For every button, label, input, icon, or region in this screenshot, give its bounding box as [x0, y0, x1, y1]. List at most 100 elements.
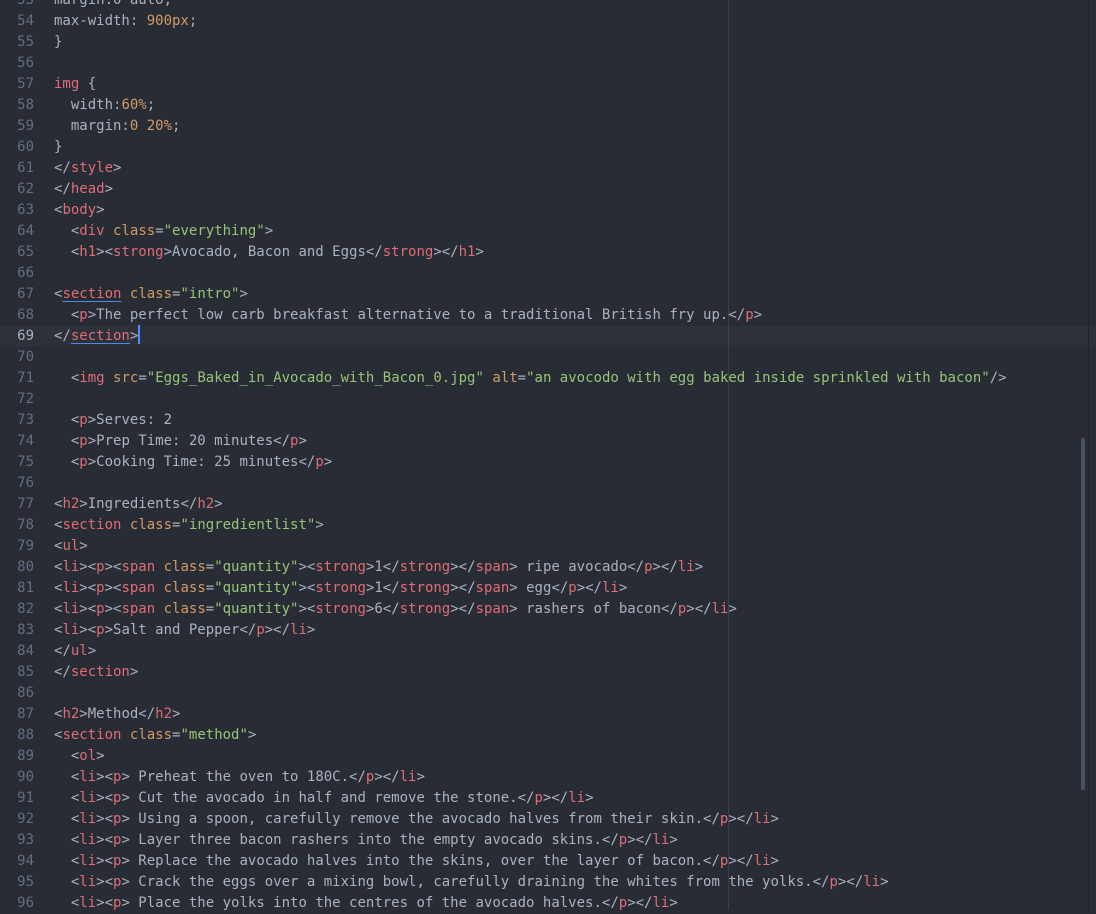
code-line[interactable]: 61 </style>: [0, 158, 1096, 179]
code-token: </: [54, 643, 71, 659]
code-token: ></: [450, 559, 476, 575]
code-line[interactable]: 73 <p>Serves: 2: [0, 410, 1096, 431]
code-token: > Using a spoon, carefully remove the av…: [121, 811, 720, 827]
code-token: li: [399, 769, 417, 785]
code-token: >: [239, 286, 248, 302]
line-content: <li><p><span class="quantity"><strong>1<…: [54, 557, 703, 578]
code-line[interactable]: 75 <p>Cooking Time: 25 minutes</p>: [0, 452, 1096, 473]
code-line[interactable]: 64 <div class="everything">: [0, 221, 1096, 242]
code-line[interactable]: 89 <ol>: [0, 746, 1096, 767]
code-line[interactable]: 77 <h2>Ingredients</h2>: [0, 494, 1096, 515]
line-content: <h1><strong>Avocado, Bacon and Eggs</str…: [54, 242, 484, 263]
code-token: ></: [450, 601, 476, 617]
code-token: class: [163, 559, 206, 575]
line-number: 92: [17, 811, 34, 827]
code-editor[interactable]: 53 margin:0 auto; 54 max-width: 900px; 55} 56…: [0, 0, 1096, 911]
code-line[interactable]: 92 <li><p> Using a spoon, carefully remo…: [0, 809, 1096, 830]
code-line[interactable]: 63 <body>: [0, 200, 1096, 221]
code-line[interactable]: 96 <li><p> Place the yolks into the cent…: [0, 893, 1096, 914]
code-line[interactable]: 86: [0, 683, 1096, 704]
code-token: >Cooking Time: 25 minutes</: [87, 454, 316, 470]
code-token: ;: [146, 97, 156, 113]
code-line[interactable]: 53 margin:0 auto;: [0, 0, 1096, 11]
code-token: li: [677, 559, 695, 575]
code-line[interactable]: 72: [0, 389, 1096, 410]
code-token: ><: [104, 601, 122, 617]
code-line[interactable]: 65 <h1><strong>Avocado, Bacon and Eggs</…: [0, 242, 1096, 263]
line-content: </section>: [54, 326, 138, 347]
code-token: width:: [54, 97, 122, 113]
line-content: <ol>: [54, 746, 105, 767]
code-token: 60%: [121, 97, 147, 113]
code-token: section: [70, 664, 130, 680]
line-number: 85: [17, 664, 34, 680]
code-token: >: [880, 874, 889, 890]
code-line[interactable]: 62 </head>: [0, 179, 1096, 200]
code-line[interactable]: 88 <section class="method">: [0, 725, 1096, 746]
code-line[interactable]: 58 width:60%;: [0, 95, 1096, 116]
line-content: </section>: [54, 662, 138, 683]
line-content: <li><p> Crack the eggs over a mixing bow…: [54, 872, 889, 893]
code-line[interactable]: 55}: [0, 32, 1096, 53]
code-line[interactable]: 84 </ul>: [0, 641, 1096, 662]
line-number: 71: [17, 370, 34, 386]
code-token: ><: [298, 580, 316, 596]
code-token: img: [54, 76, 80, 92]
code-token: >Salt and Pepper</: [104, 622, 257, 638]
code-token: src: [113, 370, 139, 386]
code-token: >: [770, 853, 779, 869]
line-content: <li><p> Replace the avocado halves into …: [54, 851, 779, 872]
code-line[interactable]: 70: [0, 347, 1096, 368]
code-line[interactable]: 85 </section>: [0, 662, 1096, 683]
line-number: 87: [17, 706, 34, 722]
code-token: ;: [172, 118, 181, 134]
code-line[interactable]: 69 </section>: [0, 326, 1096, 347]
code-line[interactable]: 54 max-width: 900px;: [0, 11, 1096, 32]
line-number: 58: [17, 97, 34, 113]
code-line[interactable]: 93 <li><p> Layer three bacon rashers int…: [0, 830, 1096, 851]
code-line[interactable]: 95 <li><p> Crack the eggs over a mixing …: [0, 872, 1096, 893]
code-line[interactable]: 90 <li><p> Preheat the oven to 180C.</p>…: [0, 767, 1096, 788]
code-line[interactable]: 68 <p>The perfect low carb breakfast alt…: [0, 305, 1096, 326]
line-content: }: [54, 137, 62, 158]
code-line[interactable]: 56: [0, 53, 1096, 74]
code-token: > Replace the avocado halves into the sk…: [121, 853, 720, 869]
line-number: 89: [17, 748, 34, 764]
code-line[interactable]: 67 <section class="intro">: [0, 284, 1096, 305]
code-line[interactable]: 79 <ul>: [0, 536, 1096, 557]
code-line[interactable]: 91 <li><p> Cut the avocado in half and r…: [0, 788, 1096, 809]
code-token: "quantity": [214, 559, 299, 575]
vertical-scrollbar-thumb[interactable]: [1081, 438, 1085, 790]
code-line[interactable]: 81 <li><p><span class="quantity"><strong>…: [0, 578, 1096, 599]
code-token: section: [62, 517, 122, 533]
code-line[interactable]: 83 <li><p>Salt and Pepper</p></li>: [0, 620, 1096, 641]
code-line[interactable]: 59 margin:0 20%;: [0, 116, 1096, 137]
code-line[interactable]: 76: [0, 473, 1096, 494]
line-content: margin:0 auto;: [54, 0, 172, 11]
code-line[interactable]: 60}: [0, 137, 1096, 158]
code-line[interactable]: 80 <li><p><span class="quantity"><strong>…: [0, 557, 1096, 578]
code-area[interactable]: 53 margin:0 auto; 54 max-width: 900px; 55} 56…: [0, 0, 1096, 914]
code-line[interactable]: 82 <li><p><span class="quantity"><strong>…: [0, 599, 1096, 620]
code-line[interactable]: 71 <img src="Eggs_Baked_in_Avocado_with_…: [0, 368, 1096, 389]
code-token: />: [989, 370, 1007, 386]
code-line[interactable]: 66: [0, 263, 1096, 284]
code-line[interactable]: 57 img {: [0, 74, 1096, 95]
code-token: >: [247, 727, 257, 743]
code-token: ol: [79, 748, 97, 764]
code-line[interactable]: 74 <p>Prep Time: 20 minutes</p>: [0, 431, 1096, 452]
code-token: section: [70, 328, 130, 344]
code-line[interactable]: 94 <li><p> Replace the avocado halves in…: [0, 851, 1096, 872]
code-token: p: [96, 580, 105, 596]
code-line[interactable]: 78 <section class="ingredientlist">: [0, 515, 1096, 536]
code-token: ></: [450, 580, 476, 596]
code-token: > Layer three bacon rashers into the emp…: [121, 832, 619, 848]
code-token: > rashers of bacon</: [509, 601, 678, 617]
code-token: p: [79, 433, 88, 449]
line-content: <li><p> Layer three bacon rashers into t…: [54, 830, 678, 851]
code-token: span: [121, 580, 156, 596]
line-number: 94: [17, 853, 34, 869]
code-line[interactable]: 87 <h2>Method</h2>: [0, 704, 1096, 725]
code-token: class: [129, 517, 173, 533]
